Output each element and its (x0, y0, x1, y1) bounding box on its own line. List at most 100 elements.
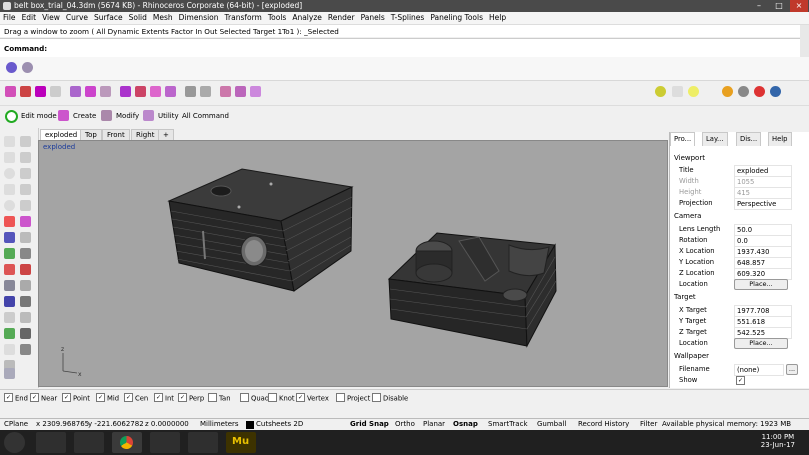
osnap-perp[interactable]: ✓ Perp (178, 393, 204, 403)
osnap-project-checkbox[interactable] (336, 393, 345, 402)
explode-icon[interactable] (20, 328, 31, 339)
gumball-toggle[interactable]: Gumball (537, 420, 566, 428)
box-icon[interactable] (120, 86, 131, 97)
osnap-cen[interactable]: ✓ Cen (124, 393, 148, 403)
close-button[interactable]: × (790, 0, 808, 12)
task-muse-icon[interactable]: Mu (226, 432, 256, 453)
menu-edit[interactable]: Edit (19, 12, 40, 24)
menu-transform[interactable]: Transform (222, 12, 265, 24)
osnap-toggle[interactable]: Osnap (453, 420, 478, 428)
ellipse-icon[interactable] (4, 184, 15, 195)
target-place-button[interactable]: Place... (734, 338, 788, 349)
all-command-button[interactable]: All Command (182, 112, 229, 120)
rhino-app-icon[interactable] (3, 2, 11, 10)
osnap-quad-checkbox[interactable] (240, 393, 249, 402)
modify-button[interactable]: Modify (116, 112, 139, 120)
light-icon[interactable] (672, 86, 683, 97)
blend-icon[interactable] (50, 86, 61, 97)
osnap-tan-checkbox[interactable] (208, 393, 217, 402)
tab-display[interactable]: Dis... (736, 132, 762, 146)
mesh-icon[interactable] (4, 248, 15, 259)
task-explorer-icon[interactable] (36, 432, 66, 453)
arc-icon[interactable] (20, 168, 31, 179)
menu-analyze[interactable]: Analyze (289, 12, 325, 24)
power-icon[interactable] (5, 110, 18, 123)
ortho-toggle[interactable]: Ortho (395, 420, 415, 428)
render-icon[interactable] (754, 86, 765, 97)
show-checkbox[interactable]: ✓ (736, 376, 745, 385)
polyline-icon[interactable] (4, 152, 15, 163)
layer-color-swatch[interactable] (246, 421, 254, 429)
units-label[interactable]: Millimeters (200, 420, 239, 428)
osnap-int[interactable]: ✓ Int (154, 393, 174, 403)
osnap-near[interactable]: ✓ Near (30, 393, 57, 403)
tab-layers[interactable]: Lay... (702, 132, 728, 146)
trim-icon[interactable] (4, 312, 15, 323)
task-app-icon[interactable] (188, 432, 218, 453)
boolean-diff-icon[interactable] (200, 86, 211, 97)
filter-toggle[interactable]: Filter (640, 420, 657, 428)
menu-dimension[interactable]: Dimension (176, 12, 222, 24)
mesh-tools-icon[interactable] (20, 248, 31, 259)
edit-mode-button[interactable]: Edit mode (21, 112, 57, 120)
record-history-toggle[interactable]: Record History (578, 420, 629, 428)
menu-tsplines[interactable]: T-Splines (388, 12, 428, 24)
sphere-icon[interactable] (6, 62, 17, 73)
circle-icon[interactable] (4, 168, 15, 179)
menu-view[interactable]: View (39, 12, 63, 24)
utility-button[interactable]: Utility (158, 112, 179, 120)
polygon-icon[interactable] (4, 200, 15, 211)
start-icon[interactable] (4, 432, 25, 453)
scale-icon[interactable] (4, 296, 15, 307)
osnap-end-checkbox[interactable]: ✓ (4, 393, 13, 402)
create-button[interactable]: Create (73, 112, 96, 120)
planar-surface-icon[interactable] (20, 216, 31, 227)
menu-paneling-tools[interactable]: Paneling Tools (427, 12, 486, 24)
text-icon[interactable] (4, 344, 15, 355)
extrude-icon[interactable] (20, 86, 31, 97)
osnap-end[interactable]: ✓ End (4, 393, 28, 403)
material-icon[interactable] (722, 86, 733, 97)
loft-icon[interactable] (70, 86, 81, 97)
task-rhino-icon[interactable] (150, 432, 180, 453)
menu-help[interactable]: Help (486, 12, 509, 24)
copy-icon[interactable] (4, 280, 15, 291)
sweep-icon[interactable] (85, 86, 96, 97)
sun-icon[interactable] (655, 86, 666, 97)
rotate-icon[interactable] (20, 280, 31, 291)
osnap-mid-checkbox[interactable]: ✓ (96, 393, 105, 402)
osnap-vertex-checkbox[interactable]: ✓ (296, 393, 305, 402)
split-icon[interactable] (20, 312, 31, 323)
tab-help[interactable]: Help (768, 132, 792, 146)
render-sphere-icon[interactable] (22, 62, 33, 73)
utility-icon[interactable] (143, 110, 154, 121)
planar-toggle[interactable]: Planar (423, 420, 445, 428)
menu-solid[interactable]: Solid (126, 12, 150, 24)
render-settings-icon[interactable] (738, 86, 749, 97)
system-clock[interactable]: 11:00 PM 23-Jun-17 (761, 433, 795, 449)
menu-mesh[interactable]: Mesh (150, 12, 176, 24)
command-scrollbar[interactable] (800, 25, 809, 57)
patch-icon[interactable] (100, 86, 111, 97)
mirror-icon[interactable] (20, 296, 31, 307)
menu-file[interactable]: File (0, 12, 19, 24)
freeform-icon[interactable] (20, 200, 31, 211)
rhino-render-icon[interactable] (770, 86, 781, 97)
point-icon[interactable] (20, 136, 31, 147)
solid-tools-icon[interactable] (20, 232, 31, 243)
menu-render[interactable]: Render (325, 12, 358, 24)
osnap-vertex[interactable]: ✓ Vertex (296, 393, 329, 403)
torus-icon[interactable] (165, 86, 176, 97)
modify-icon[interactable] (101, 110, 112, 121)
dimension-icon[interactable] (20, 344, 31, 355)
osnap-mid[interactable]: ✓ Mid (96, 393, 119, 403)
osnap-perp-checkbox[interactable]: ✓ (178, 393, 187, 402)
smarttrack-toggle[interactable]: SmartTrack (488, 420, 528, 428)
cylinder-icon[interactable] (135, 86, 146, 97)
revolve-icon[interactable] (35, 86, 46, 97)
select-arrow-icon[interactable] (4, 136, 15, 147)
osnap-point[interactable]: ✓ Point (62, 393, 90, 403)
command-line[interactable]: Command: (0, 38, 800, 58)
bulb-icon[interactable] (688, 86, 699, 97)
osnap-tan[interactable]: Tan (208, 393, 231, 403)
